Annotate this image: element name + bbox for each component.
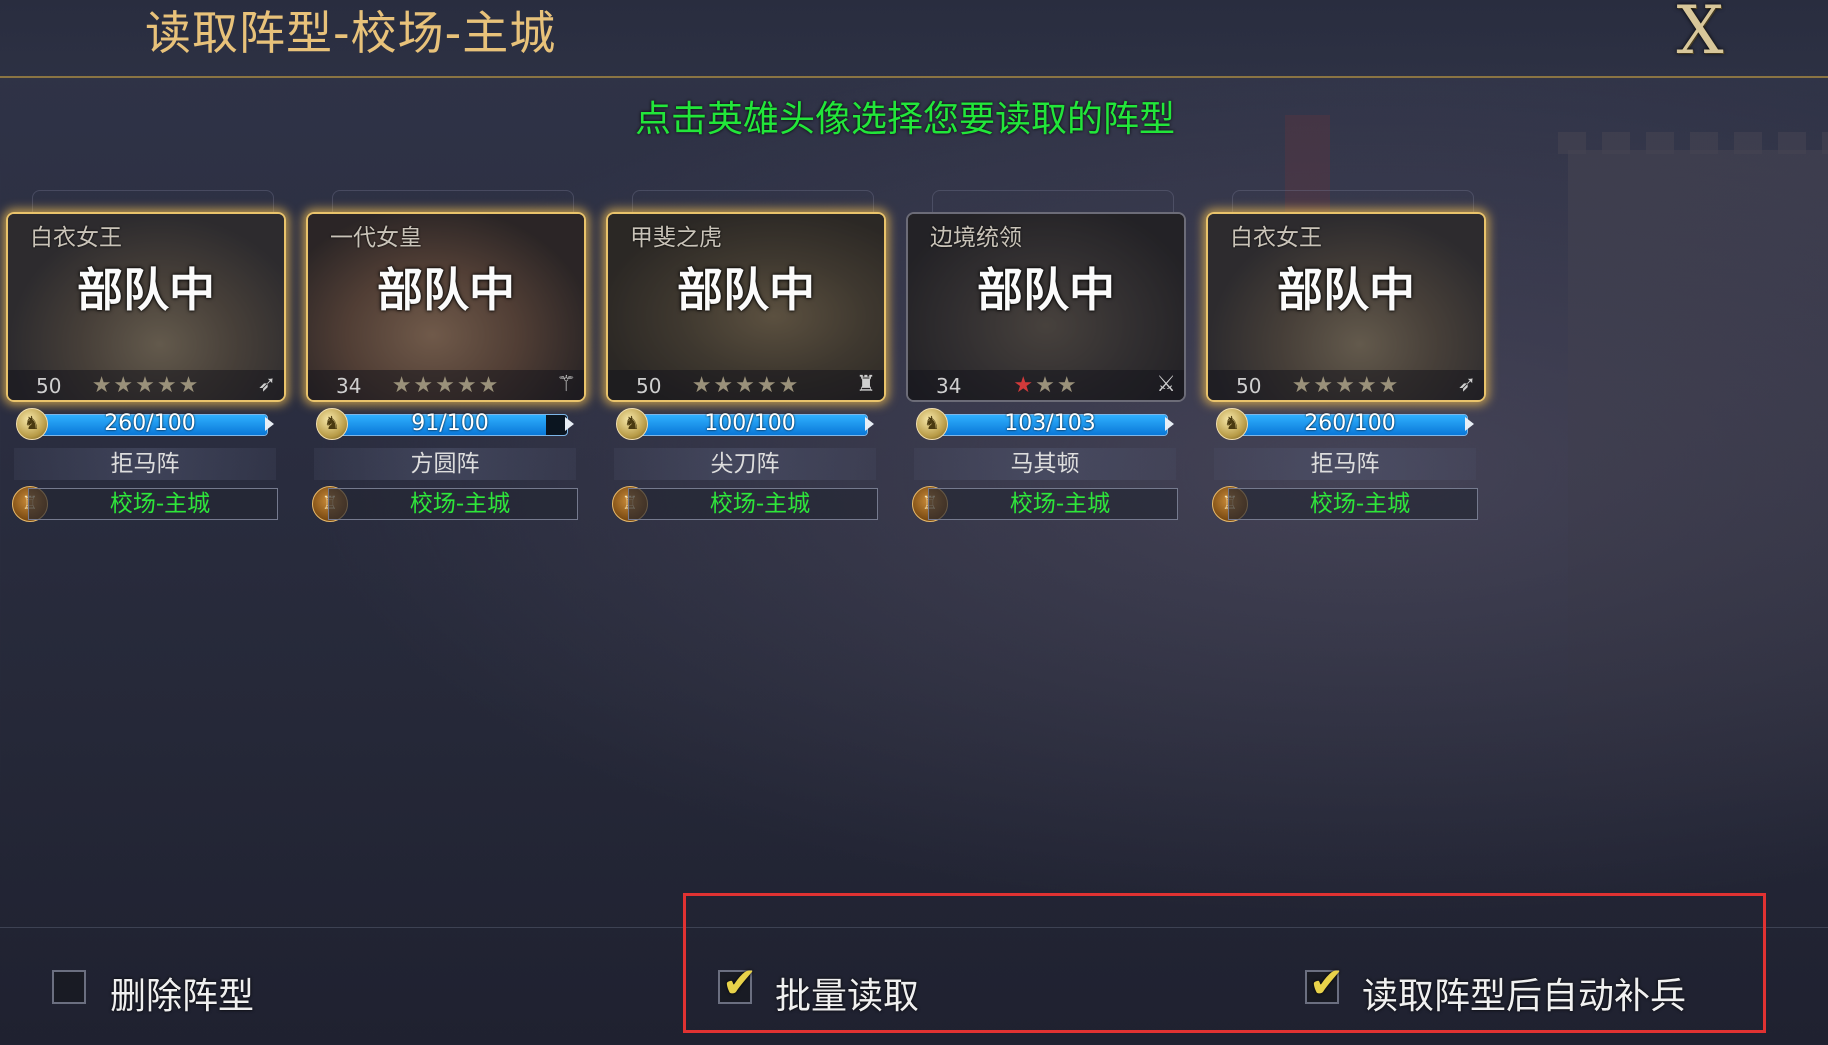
bar-arrow-icon [565,417,574,431]
spear-icon: ⚚ [556,372,576,397]
hero-card[interactable]: 白衣女王 部队中 50 ★★★★★ ➶ 260/100 ♞ 拒马阵 ♖ 校场-主… [1202,190,1502,530]
formation-name: 拒马阵 [1214,448,1476,480]
formation-name: 尖刀阵 [614,448,876,480]
hero-card[interactable]: 甲斐之虎 部队中 50 ★★★★★ ♜ 100/100 ♞ 尖刀阵 ♖ 校场-主… [602,190,902,530]
dialog-header: 读取阵型-校场-主城 X [0,0,1828,78]
hero-name: 一代女皇 [330,225,422,251]
delete-formation-checkbox[interactable] [52,970,86,1004]
formation-name: 方圆阵 [314,448,576,480]
auto-refill-label: 读取阵型后自动补兵 [1362,976,1687,1017]
hero-portrait[interactable]: 白衣女王 部队中 50 ★★★★★ ➶ [1206,212,1486,402]
bow-icon: ➶ [1457,372,1476,397]
bar-arrow-icon [1165,417,1174,431]
in-troop-status: 部队中 [77,263,215,317]
hero-portrait[interactable]: 白衣女王 部队中 50 ★★★★★ ➶ [6,212,286,402]
hero-stars: ★★★ [1013,373,1079,398]
soldier-icon: ♞ [616,408,648,440]
crossed-swords-icon: ⚔ [1156,372,1176,397]
troop-bar: 103/103 ♞ [912,408,1180,440]
hero-name: 白衣女王 [30,225,122,251]
helmet-icon: ♜ [856,372,876,397]
hero-portrait[interactable]: 甲斐之虎 部队中 50 ★★★★★ ♜ [606,212,886,402]
hero-name: 边境统领 [930,225,1022,251]
hero-stars: ★★★★★ [691,373,801,398]
close-button[interactable]: X [1660,0,1740,64]
in-troop-status: 部队中 [377,263,515,317]
location-label: 校场-主城 [928,488,1178,520]
troop-bar: 91/100 ♞ [312,408,580,440]
hero-stars: ★★★★★ [91,373,201,398]
auto-refill-checkbox[interactable]: ✔ [1305,958,1344,1007]
troop-count: 100/100 [704,411,796,436]
troop-bar: 260/100 ♞ [12,408,280,440]
dialog-title: 读取阵型-校场-主城 [145,6,557,60]
location-label: 校场-主城 [28,488,278,520]
troop-bar: 100/100 ♞ [612,408,880,440]
delete-formation-label: 删除阵型 [110,976,255,1017]
bar-arrow-icon [865,417,874,431]
soldier-icon: ♞ [16,408,48,440]
location-label: 校场-主城 [1228,488,1478,520]
hero-card[interactable]: 边境统领 部队中 34 ★★★ ⚔ 103/103 ♞ 马其顿 ♖ 校场-主城 [902,190,1202,530]
soldier-icon: ♞ [916,408,948,440]
soldier-icon: ♞ [1216,408,1248,440]
formation-name: 马其顿 [914,448,1176,480]
bar-arrow-icon [265,417,274,431]
hero-stars: ★★★★★ [391,373,501,398]
in-troop-status: 部队中 [977,263,1115,317]
hero-name: 甲斐之虎 [630,225,722,251]
troop-count: 91/100 [411,411,489,436]
batch-read-checkbox[interactable]: ✔ [718,958,757,1007]
hero-stars: ★★★★★ [1291,373,1401,398]
hero-card[interactable]: 白衣女王 部队中 50 ★★★★★ ➶ 260/100 ♞ 拒马阵 ♖ 校场-主… [2,190,302,530]
troop-count: 260/100 [1304,411,1396,436]
hero-name: 白衣女王 [1230,225,1322,251]
instruction-text: 点击英雄头像选择您要读取的阵型 [634,99,1175,140]
in-troop-status: 部队中 [1277,263,1415,317]
bow-icon: ➶ [257,372,276,397]
batch-read-label: 批量读取 [775,976,920,1017]
troop-bar: 260/100 ♞ [1212,408,1480,440]
bar-arrow-icon [1465,417,1474,431]
troop-count: 103/103 [1004,411,1096,436]
formation-name: 拒马阵 [14,448,276,480]
in-troop-status: 部队中 [677,263,815,317]
castle-background [1558,132,1828,800]
troop-count: 260/100 [104,411,196,436]
checkmark-icon: ✔ [1309,958,1345,1007]
hero-portrait[interactable]: 一代女皇 部队中 34 ★★★★★ ⚚ [306,212,586,402]
soldier-icon: ♞ [316,408,348,440]
checkmark-icon: ✔ [722,958,758,1007]
location-label: 校场-主城 [628,488,878,520]
hero-card[interactable]: 一代女皇 部队中 34 ★★★★★ ⚚ 91/100 ♞ 方圆阵 ♖ 校场-主城 [302,190,602,530]
hero-portrait[interactable]: 边境统领 部队中 34 ★★★ ⚔ [906,212,1186,402]
location-label: 校场-主城 [328,488,578,520]
